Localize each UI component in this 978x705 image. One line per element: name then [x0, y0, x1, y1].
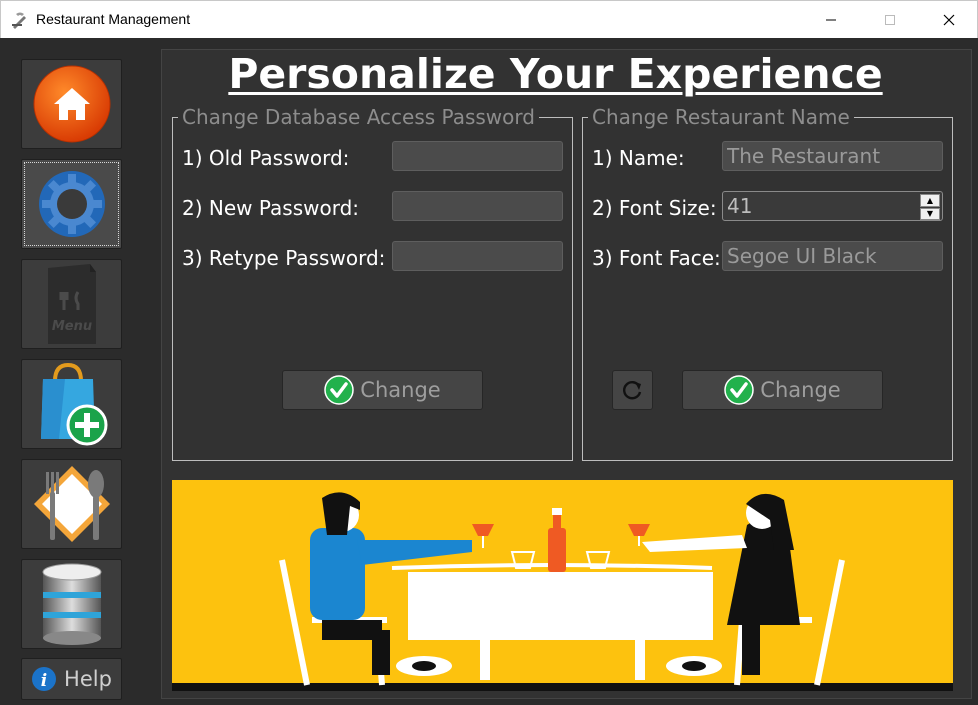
font-face-field[interactable]	[722, 241, 943, 271]
change-name-button[interactable]: Change	[682, 370, 883, 410]
svg-text:i: i	[41, 671, 47, 691]
minimize-icon	[826, 19, 836, 21]
change-password-button[interactable]: Change	[282, 370, 483, 410]
font-size-value: 41	[727, 194, 753, 218]
sidebar-item-database[interactable]	[21, 559, 122, 649]
page-title: Personalize Your Experience	[228, 50, 883, 98]
dining-couple-illustration	[172, 492, 953, 691]
font-size-label: 2) Font Size:	[592, 196, 717, 220]
password-group-title: Change Database Access Password	[182, 105, 535, 129]
retype-password-label: 3) Retype Password:	[182, 246, 386, 270]
spin-up-icon[interactable]: ▲	[920, 194, 940, 207]
name-label: 1) Name:	[592, 146, 685, 170]
reset-button[interactable]	[612, 370, 653, 410]
app-icon	[12, 12, 26, 29]
close-icon	[943, 14, 955, 26]
minimize-button[interactable]	[808, 1, 854, 39]
font-face-label: 3) Font Face:	[592, 246, 721, 270]
maximize-icon	[885, 15, 895, 25]
new-password-label: 2) New Password:	[182, 196, 360, 220]
database-icon	[42, 563, 101, 645]
sidebar-item-add-order[interactable]	[21, 359, 122, 449]
help-button[interactable]: i Help	[21, 658, 122, 700]
close-button[interactable]	[926, 1, 972, 39]
old-password-label: 1) Old Password:	[182, 146, 350, 170]
sidebar-item-menu[interactable]: Menu	[21, 259, 122, 349]
menu-icon-text: Menu	[51, 319, 91, 334]
restaurant-name-group-title: Change Restaurant Name	[592, 105, 850, 129]
spin-down-icon[interactable]: ▼	[920, 207, 940, 220]
help-label: Help	[64, 667, 112, 691]
change-password-label: Change	[360, 378, 441, 402]
check-icon	[324, 375, 355, 405]
window-title: Restaurant Management	[36, 11, 191, 27]
title-bar: Restaurant Management	[0, 0, 978, 38]
sidebar-item-settings[interactable]	[21, 159, 122, 249]
restaurant-name-field[interactable]	[722, 141, 943, 171]
gear-icon	[38, 171, 105, 237]
plate-cutlery-icon	[33, 466, 110, 542]
check-icon	[724, 375, 755, 405]
maximize-button[interactable]	[867, 1, 913, 39]
new-password-field[interactable]	[392, 191, 563, 221]
dining-banner-image	[172, 480, 953, 691]
refresh-icon	[622, 381, 641, 400]
sidebar-item-dining[interactable]	[21, 459, 122, 549]
retype-password-field[interactable]	[392, 241, 563, 271]
font-size-spinner[interactable]: 41 ▲ ▼	[722, 191, 943, 221]
menu-book-icon: Menu	[47, 264, 96, 344]
old-password-field[interactable]	[392, 141, 563, 171]
change-name-label: Change	[760, 378, 841, 402]
info-icon: i	[32, 667, 57, 691]
shopping-bag-add-icon	[40, 362, 107, 446]
